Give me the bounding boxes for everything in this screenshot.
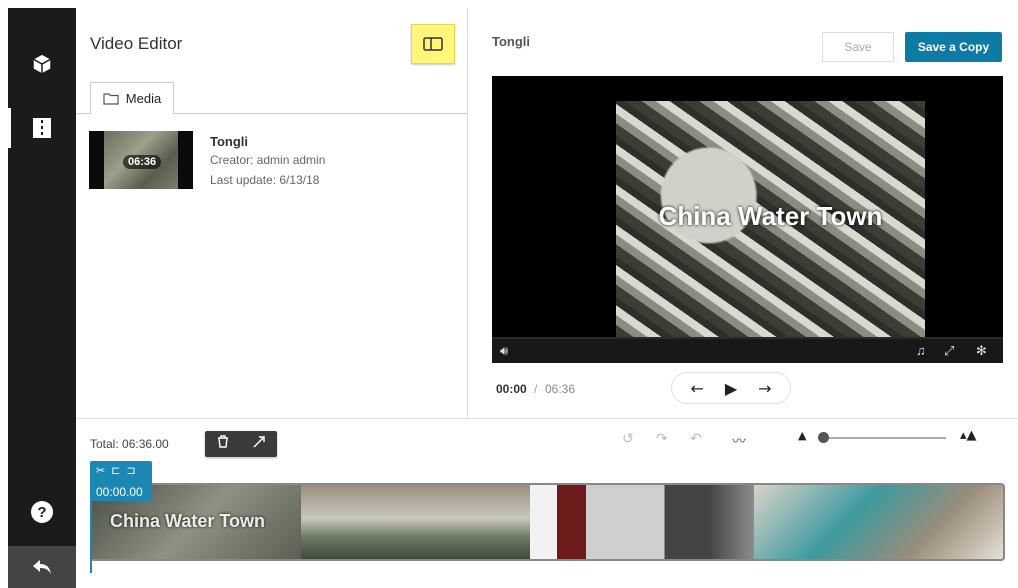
media-last-update: Last update: 6/13/18 — [210, 173, 320, 187]
reset-icon[interactable]: ↺ — [622, 431, 634, 447]
loading-spinner-icon: ✻ — [976, 343, 987, 358]
entry-title: Tongli — [492, 34, 531, 49]
audio-waveform-icon[interactable]: 〰 — [732, 431, 746, 451]
folder-icon — [103, 93, 119, 105]
tab-media-label: Media — [125, 91, 162, 106]
timeline-frame — [301, 485, 531, 559]
step-back-arrow-icon[interactable]: ← — [690, 379, 703, 398]
back-button[interactable] — [8, 546, 76, 588]
zoom-slider[interactable] — [821, 437, 946, 439]
expand-icon[interactable] — [253, 435, 265, 453]
total-time: 06:36 — [545, 382, 576, 396]
tab-media[interactable]: Media — [90, 82, 174, 114]
preview-panel: Tongli Save Save a Copy China Water Town… — [468, 8, 1018, 418]
zoom-out-icon[interactable]: ▲ — [798, 429, 806, 442]
app-sidebar: ? — [8, 8, 76, 588]
panel-layout-icon — [423, 37, 443, 51]
back-arrow-icon — [33, 560, 51, 574]
scissors-icon[interactable]: ✂ — [96, 464, 111, 477]
video-frame: China Water Town — [616, 101, 925, 337]
video-overlay-text: China Water Town — [658, 201, 883, 231]
clip-tools — [205, 431, 277, 457]
playhead-time: 00:00.00 — [96, 485, 143, 499]
zoom-slider-handle[interactable] — [818, 432, 829, 443]
page-title: Video Editor — [90, 34, 183, 53]
playhead-tools: ✂⊏⊐ — [96, 464, 142, 477]
playhead-line[interactable] — [90, 501, 92, 573]
playback-nav: ← ▶ → — [671, 372, 791, 404]
media-panel: Video Editor Media 06:36 Tongli Creator:… — [76, 8, 468, 418]
media-duration-badge: 06:36 — [123, 155, 162, 169]
zoom-in-icon[interactable]: ▴▲ — [960, 428, 977, 443]
time-separator: / — [534, 382, 538, 396]
timeline-strip-text: China Water Town — [110, 511, 265, 531]
delete-icon[interactable] — [217, 435, 229, 453]
player-controls: 🔊︎ ♫ ⤢ ✻ — [492, 337, 1003, 363]
redo-icon[interactable]: ↷ — [656, 431, 668, 447]
help-icon[interactable]: ? — [8, 492, 76, 532]
trim-end-icon[interactable]: ⊐ — [126, 464, 141, 477]
undo-icon[interactable]: ↶ — [690, 431, 702, 447]
editor-layout-icon[interactable] — [8, 108, 76, 148]
video-player[interactable]: China Water Town 🔊︎ ♫ ⤢ ✻ — [492, 76, 1003, 363]
timeline-frame — [530, 485, 755, 559]
playhead-marker[interactable]: ✂⊏⊐ 00:00.00 — [90, 461, 152, 501]
step-forward-arrow-icon[interactable]: → — [758, 379, 771, 398]
volume-icon[interactable]: 🔊︎ — [500, 343, 508, 359]
help-label: ? — [31, 501, 53, 523]
current-time: 00:00 — [496, 382, 527, 396]
trim-start-icon[interactable]: ⊏ — [111, 464, 126, 477]
play-icon[interactable]: ▶ — [725, 379, 737, 398]
fullscreen-icon[interactable]: ⤢ — [944, 343, 954, 359]
media-thumbnail[interactable]: 06:36 — [89, 131, 193, 189]
save-button[interactable]: Save — [822, 32, 894, 62]
media-creator: Creator: admin admin — [210, 153, 326, 167]
music-note-icon[interactable]: ♫ — [916, 343, 926, 358]
save-copy-button[interactable]: Save a Copy — [905, 32, 1002, 62]
video-editor-app: ? Video Editor Media 06:36 Tongli Creato… — [0, 0, 1018, 588]
cube-icon[interactable] — [8, 44, 76, 84]
toggle-panel-button[interactable] — [411, 24, 455, 64]
timeline-frame — [754, 485, 1003, 559]
timeline-total: Total: 06:36.00 — [90, 437, 169, 451]
media-name[interactable]: Tongli — [210, 134, 248, 149]
timeline-panel: Total: 06:36.00 ↺ ↷ ↶ 〰 ▲ ▴▲ China Water… — [76, 418, 1018, 588]
